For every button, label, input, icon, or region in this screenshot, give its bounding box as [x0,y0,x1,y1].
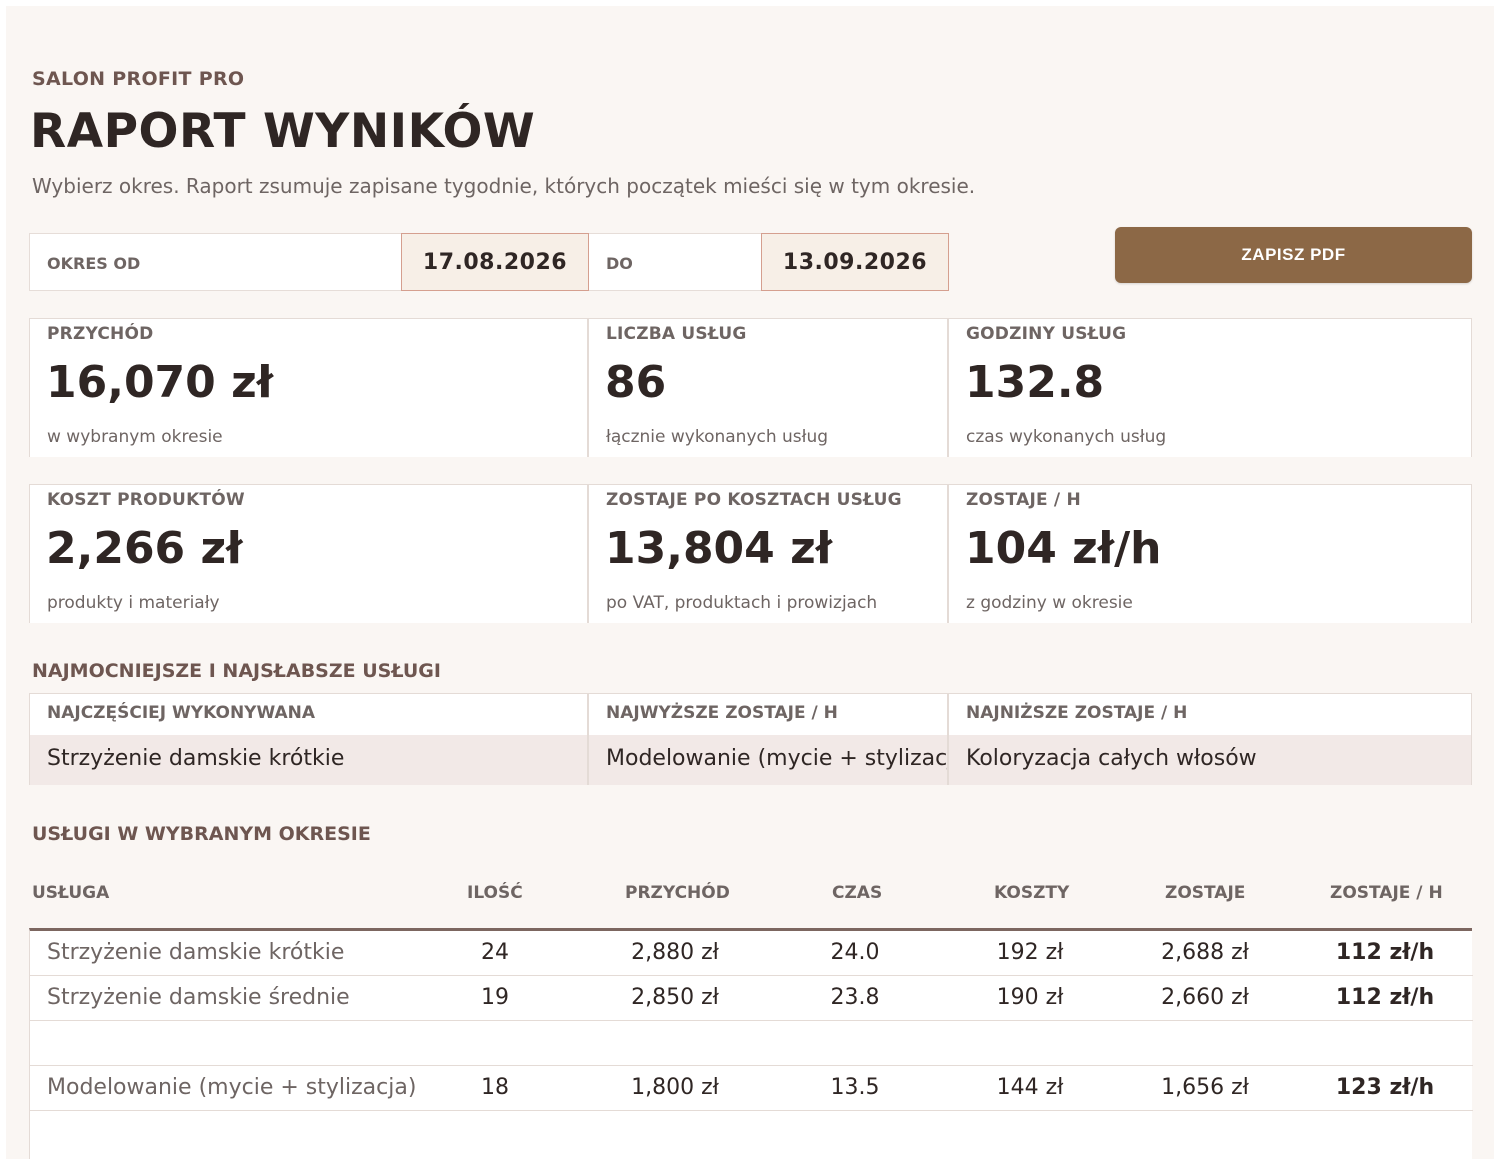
kpi-value: 13,804 zł [605,523,833,574]
kpi-row-bottom: KOSZT PRODUKTÓW 2,266 zł produkty i mate… [29,484,1472,623]
best-worst-value: Modelowanie (mycie + stylizacja) [589,735,975,785]
lowest-net-per-hour-service: NAJNIŻSZE ZOSTAJE / H Koloryzacja całych… [947,694,1471,785]
column-header-net-per-hour: ZOSTAJE / H [1330,883,1443,903]
kpi-card-net-per-hour: ZOSTAJE / H 104 zł/h z godziny w okresie [947,485,1471,623]
cell-quantity: 18 [481,1075,509,1100]
kpi-value: 132.8 [965,357,1105,408]
best-worst-label: NAJNIŻSZE ZOSTAJE / H [966,703,1188,723]
cell-costs: 192 zł [996,940,1064,965]
kpi-label: ZOSTAJE / H [966,490,1081,510]
cell-service: Strzyżenie damskie krótkie [47,940,345,965]
table-row: Strzyżenie damskie krótkie 24 2,880 zł 2… [30,931,1473,976]
kpi-note: po VAT, produktach i prowizjach [606,593,878,613]
cell-costs: 144 zł [996,1075,1064,1100]
cell-revenue: 2,850 zł [631,985,719,1010]
kpi-value: 86 [605,357,667,408]
kpi-value: 16,070 zł [46,357,274,408]
services-table-header: USŁUGA ILOŚĆ PRZYCHÓD CZAS KOSZTY ZOSTAJ… [29,877,1472,907]
column-header-costs: KOSZTY [994,883,1070,903]
column-header-net: ZOSTAJE [1165,883,1246,903]
kpi-note: produkty i materiały [47,593,220,613]
cell-net-per-hour: 112 zł/h [1335,985,1435,1010]
cell-time: 13.5 [830,1075,880,1100]
kpi-card-product-cost: KOSZT PRODUKTÓW 2,266 zł produkty i mate… [30,485,587,623]
period-to-input[interactable]: 13.09.2026 [761,233,949,291]
highest-net-per-hour-service: NAJWYŻSZE ZOSTAJE / H Modelowanie (mycie… [587,694,975,785]
cell-net-per-hour: 112 zł/h [1335,940,1435,965]
kpi-label: KOSZT PRODUKTÓW [47,490,245,510]
cell-time: 24.0 [830,940,880,965]
kpi-note: łącznie wykonanych usług [606,427,829,447]
page-title: RAPORT WYNIKÓW [30,104,536,159]
kpi-label: ZOSTAJE PO KOSZTACH USŁUG [606,490,902,510]
page-subtitle: Wybierz okres. Raport zsumuje zapisane t… [32,174,976,198]
best-worst-value: Koloryzacja całych włosów [949,735,1471,785]
kpi-label: PRZYCHÓD [47,324,154,344]
period-from-input[interactable]: 17.08.2026 [401,233,589,291]
services-table-body: Strzyżenie damskie krótkie 24 2,880 zł 2… [29,928,1473,1159]
brand-name: SALON PROFIT PRO [32,68,245,90]
best-worst-value: Strzyżenie damskie krótkie [30,735,587,785]
cell-service: Modelowanie (mycie + stylizacja) [47,1075,417,1100]
best-worst-label: NAJWYŻSZE ZOSTAJE / H [606,703,838,723]
cell-net: 1,656 zł [1161,1075,1249,1100]
kpi-label: GODZINY USŁUG [966,324,1127,344]
kpi-card-service-hours: GODZINY USŁUG 132.8 czas wykonanych usłu… [947,319,1471,457]
save-pdf-button[interactable]: ZAPISZ PDF [1115,227,1472,283]
kpi-label: LICZBA USŁUG [606,324,747,344]
kpi-card-service-count: LICZBA USŁUG 86 łącznie wykonanych usług [587,319,947,457]
services-heading: USŁUGI W WYBRANYM OKRESIE [32,823,371,845]
kpi-note: w wybranym okresie [47,427,223,447]
table-row: Modelowanie (mycie + stylizacja) 18 1,80… [30,1066,1473,1111]
column-header-revenue: PRZYCHÓD [625,883,730,903]
column-header-time: CZAS [832,883,883,903]
kpi-card-revenue: PRZYCHÓD 16,070 zł w wybranym okresie [30,319,587,457]
cell-quantity: 24 [481,940,509,965]
report-sheet: SALON PROFIT PRO RAPORT WYNIKÓW Wybierz … [6,6,1494,1159]
column-header-service: USŁUGA [32,883,110,903]
cell-costs: 190 zł [996,985,1064,1010]
table-row-empty [30,1021,1473,1066]
kpi-note: z godziny w okresie [966,593,1133,613]
most-frequent-service: NAJCZĘŚCIEJ WYKONYWANA Strzyżenie damski… [30,694,587,785]
best-worst-panel: NAJCZĘŚCIEJ WYKONYWANA Strzyżenie damski… [29,693,1472,785]
cell-revenue: 1,800 zł [631,1075,719,1100]
kpi-card-net-after-costs: ZOSTAJE PO KOSZTACH USŁUG 13,804 zł po V… [587,485,947,623]
period-from-label: OKRES OD [47,254,141,273]
cell-net: 2,688 zł [1161,940,1249,965]
kpi-value: 2,266 zł [46,523,243,574]
column-header-quantity: ILOŚĆ [467,883,523,903]
cell-service: Strzyżenie damskie średnie [47,985,350,1010]
kpi-note: czas wykonanych usług [966,427,1167,447]
cell-net-per-hour: 123 zł/h [1335,1075,1435,1100]
table-row: Strzyżenie damskie średnie 19 2,850 zł 2… [30,976,1473,1021]
best-worst-heading: NAJMOCNIEJSZE I NAJSŁABSZE USŁUGI [32,660,441,682]
kpi-value: 104 zł/h [965,523,1162,574]
period-selector: OKRES OD 17.08.2026 DO 13.09.2026 [29,233,949,291]
cell-time: 23.8 [830,985,880,1010]
cell-quantity: 19 [481,985,509,1010]
cell-net: 2,660 zł [1161,985,1249,1010]
best-worst-label: NAJCZĘŚCIEJ WYKONYWANA [47,703,316,723]
cell-revenue: 2,880 zł [631,940,719,965]
period-to-label: DO [606,254,633,273]
kpi-row-top: PRZYCHÓD 16,070 zł w wybranym okresie LI… [29,318,1472,457]
